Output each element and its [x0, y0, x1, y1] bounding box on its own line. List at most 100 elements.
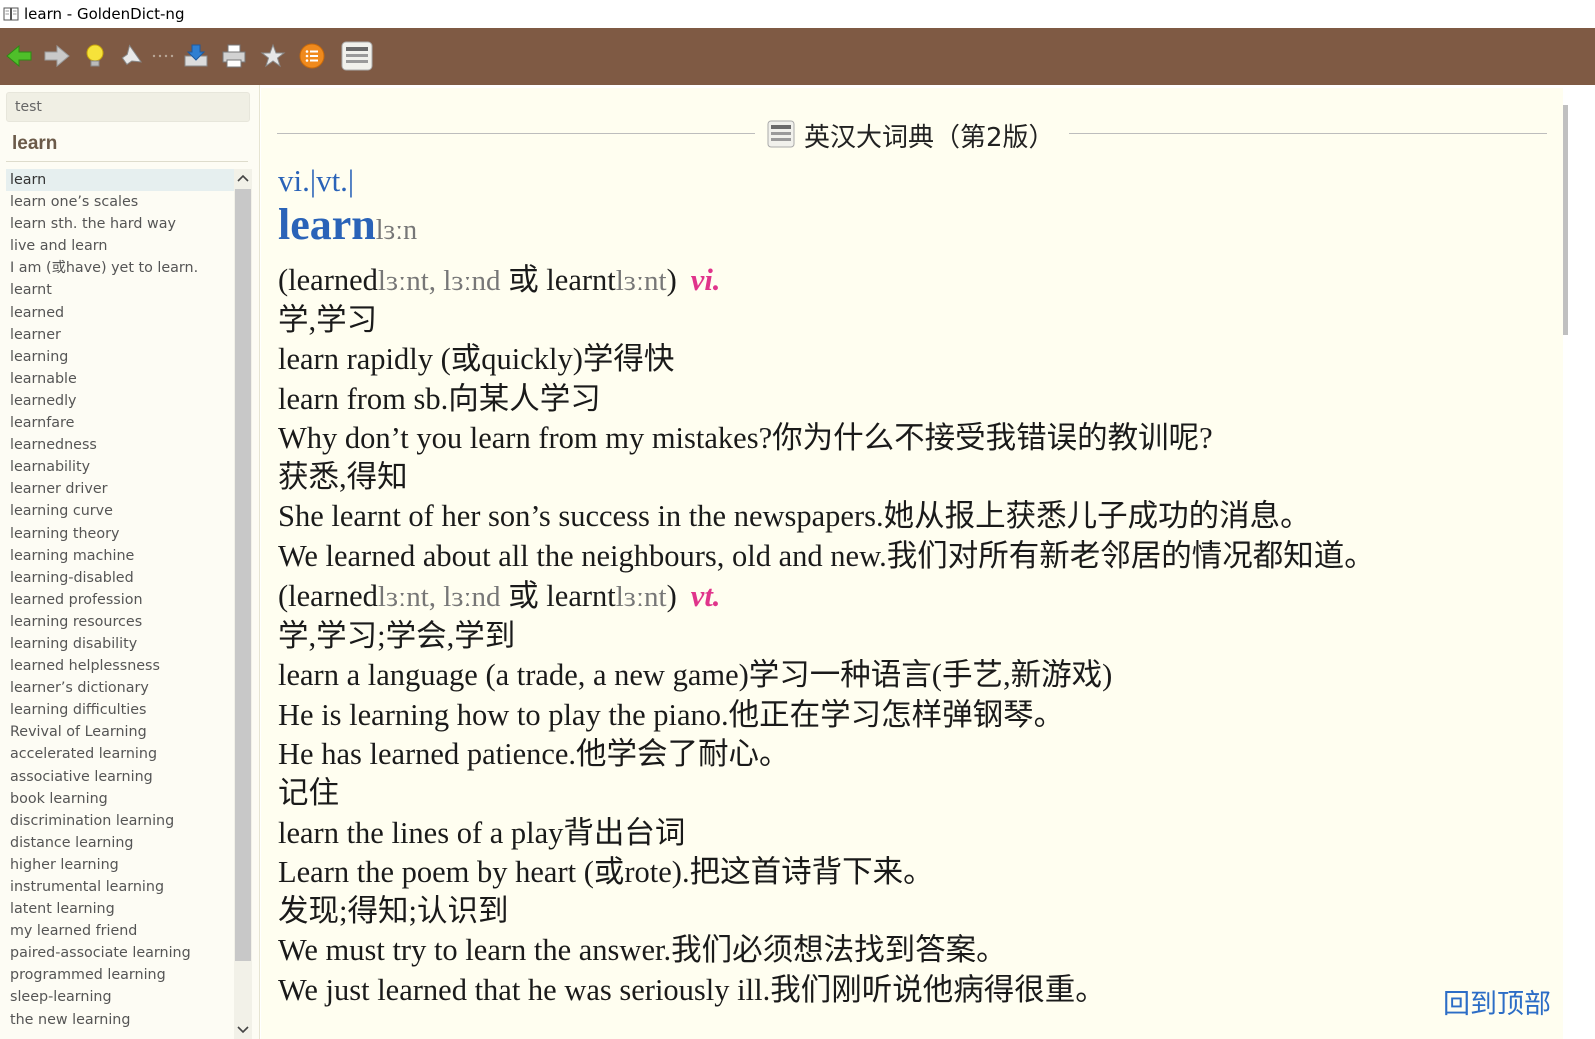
word-list-item[interactable]: learnfare [6, 412, 234, 434]
main-toolbar [0, 28, 1595, 85]
sense-line: learn from sb.向某人学习 [278, 381, 601, 416]
dictionary-icon [767, 120, 795, 148]
pronounce-button[interactable] [116, 40, 148, 72]
word-list-item[interactable]: programmed learning [6, 964, 234, 986]
word-list-item[interactable]: learning resources [6, 611, 234, 633]
word-list-item[interactable]: learnable [6, 368, 234, 390]
word-list-item[interactable]: learnability [6, 456, 234, 478]
word-list-item[interactable]: live and learn [6, 235, 234, 257]
word-list-item[interactable]: learning-disabled [6, 567, 234, 589]
word-list-item[interactable]: learnt [6, 279, 234, 301]
sense-line: learn the lines of a play背出台词 [278, 815, 686, 850]
word-list-item[interactable]: learner [6, 324, 234, 346]
dictionary-icon [341, 41, 373, 71]
sense-line: learn a language (a trade, a new game)学习… [278, 658, 1113, 693]
word-list-item[interactable]: distance learning [6, 832, 234, 854]
word-list-item[interactable]: learn sth. the hard way [6, 213, 234, 235]
scroll-up-button[interactable] [234, 169, 252, 187]
word-list-item[interactable]: my learned friend [6, 920, 234, 942]
word-list-item[interactable]: learnedness [6, 434, 234, 456]
word-list-item[interactable]: sleep-learning [6, 986, 234, 1008]
speaker-icon [121, 44, 143, 66]
word-list-item[interactable]: learner’s dictionary [6, 677, 234, 699]
word-list-item[interactable]: learner driver [6, 478, 234, 500]
inflection-vi: (learnedlɜːnt, lɜːnd 或 learntlɜːnt) vi. [278, 260, 1558, 301]
word-list-item[interactable]: learning difficulties [6, 699, 234, 721]
word-list-item[interactable]: accelerated learning [6, 743, 234, 765]
word-list-item[interactable]: learned [6, 302, 234, 324]
sense-line: He has learned patience.他学会了耐心。 [278, 736, 790, 771]
word-list-item[interactable]: latent learning [6, 898, 234, 920]
dictionary-name: 英汉大词典（第2版） [804, 123, 1055, 153]
back-to-top-link[interactable]: 回到顶部 [1443, 982, 1551, 1021]
scrollbar-thumb[interactable] [235, 189, 251, 961]
inflection-phonetic: lɜːnt [615, 581, 667, 614]
toolbar-separator [148, 40, 178, 72]
printer-icon [222, 44, 246, 68]
word-list-item[interactable]: learning disability [6, 633, 234, 655]
inflection-text: (learned [278, 579, 378, 614]
sense-line: 学,学习 [278, 303, 378, 337]
word-list-item[interactable]: discrimination learning [6, 810, 234, 832]
chevron-down-icon [237, 1026, 249, 1034]
phonetic: lɜːn [375, 215, 418, 246]
word-list-item[interactable]: higher learning [6, 854, 234, 876]
word-list-scrollbar[interactable] [234, 169, 252, 1039]
word-list-item[interactable]: associative learning [6, 766, 234, 788]
forward-button[interactable] [41, 40, 73, 72]
word-list: learn learn one’s scales learn sth. the ha… [6, 169, 234, 1039]
sense-line: We learned about all the neighbours, old… [278, 538, 1375, 573]
word-list-item[interactable]: learning curve [6, 500, 234, 522]
inflection-text: 或 learnt [500, 579, 616, 614]
inflection-text: (learned [278, 263, 378, 297]
pos-tag-vt: vt. [690, 579, 721, 614]
vi-senses: 学,学习 learn rapidly (或quickly)学得快 learn fro… [278, 301, 1558, 576]
header-rule-right [1069, 133, 1547, 134]
inflection-phonetic: lɜːnt, lɜːnd [377, 265, 501, 297]
scan-popup-button[interactable] [79, 40, 111, 72]
headword: learn [278, 200, 376, 249]
inflection-text: ) [666, 579, 677, 614]
inflection-phonetic: lɜːnt, lɜːnd [377, 581, 501, 614]
word-list-item[interactable]: learned helplessness [6, 655, 234, 677]
save-icon [184, 44, 208, 67]
inflection-text: ) [666, 263, 677, 297]
word-list-item[interactable]: learned profession [6, 589, 234, 611]
book-icon [3, 7, 19, 21]
divider [6, 161, 248, 162]
word-list-item[interactable]: instrumental learning [6, 876, 234, 898]
word-list-item[interactable]: learning machine [6, 545, 234, 567]
sense-line: 学,学习;学会,学到 [278, 619, 516, 654]
article-scrollbar-thumb[interactable] [1563, 105, 1568, 335]
arrow-left-icon [6, 44, 32, 68]
headword-line: learnlɜːn [278, 200, 1558, 260]
word-list-item[interactable]: the new learning [6, 1009, 234, 1031]
dictionary-button[interactable] [341, 40, 373, 72]
history-button[interactable] [296, 40, 328, 72]
word-list-item[interactable]: book learning [6, 788, 234, 810]
arrow-right-icon [44, 44, 70, 68]
search-input[interactable] [6, 92, 250, 122]
word-list-item[interactable]: learn [6, 169, 234, 192]
word-list-item[interactable]: paired-associate learning [6, 942, 234, 964]
save-article-button[interactable] [180, 40, 212, 72]
print-button[interactable] [218, 40, 250, 72]
word-list-item[interactable]: Revival of Learning [6, 721, 234, 743]
pos-tag-vi: vi. [690, 263, 721, 297]
sense-line: learn rapidly (或quickly)学得快 [278, 342, 675, 377]
word-list-item[interactable]: learn one’s scales [6, 191, 234, 213]
word-list-item[interactable]: learning theory [6, 523, 234, 545]
scroll-down-button[interactable] [234, 1021, 252, 1039]
sense-line: He is learning how to play the piano.他正在… [278, 697, 1065, 732]
current-word-label: learn [12, 133, 58, 154]
sense-line: 记住 [278, 776, 339, 811]
list-icon [299, 43, 325, 69]
word-list-item[interactable]: learning [6, 346, 234, 368]
word-list-item[interactable]: I am (或have) yet to learn. [6, 257, 234, 279]
word-list-item[interactable]: learnedly [6, 390, 234, 412]
favorites-button[interactable] [257, 40, 289, 72]
back-button[interactable] [3, 40, 35, 72]
star-icon [260, 43, 286, 68]
sense-line: We just learned that he was seriously il… [278, 972, 1106, 1007]
sense-line: Learn the poem by heart (或rote).把这首诗背下来。 [278, 854, 934, 889]
